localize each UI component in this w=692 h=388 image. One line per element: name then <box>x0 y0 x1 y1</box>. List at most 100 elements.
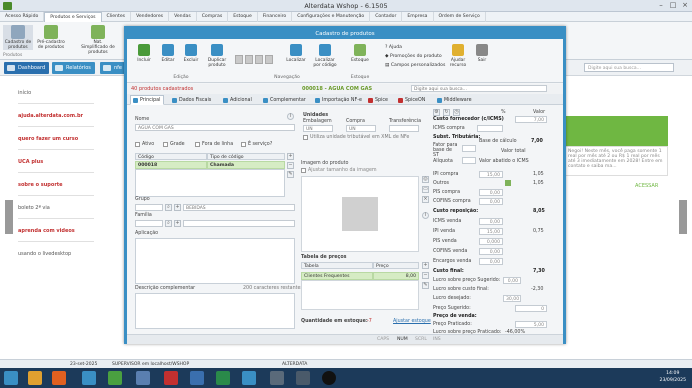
image-info-icon[interactable]: i <box>422 212 429 219</box>
add-code-icon[interactable]: + <box>287 153 294 160</box>
folder-icon[interactable]: ▭ <box>422 186 429 193</box>
tabela-row-preco[interactable]: 8,00 <box>373 272 419 280</box>
acessar-link[interactable]: ACESSAR <box>635 183 658 189</box>
host-search-input[interactable]: Digite aqui sua busca... <box>584 63 674 72</box>
sair-button[interactable]: Sair <box>471 44 493 63</box>
menu-ordem-servico[interactable]: Ordem de Serviço <box>434 11 486 22</box>
edit-price-icon[interactable]: ✎ <box>422 282 429 289</box>
tab-principal[interactable]: Principal <box>130 95 165 105</box>
fora-linha-checkbox[interactable] <box>195 142 200 147</box>
incluir-button[interactable]: Incluir <box>133 44 155 63</box>
tipo-codigo-column-header[interactable]: Tipo de código <box>207 153 285 160</box>
relatorios-button[interactable]: Relatórios <box>52 62 95 74</box>
menu-configuracoes[interactable]: Configurações e Manutenção <box>292 11 371 22</box>
word-icon[interactable] <box>190 371 204 385</box>
nome-input[interactable]: AGUA COM GAS <box>135 124 295 131</box>
link-videos[interactable]: aprenda com videos <box>18 228 75 234</box>
grupo-add-icon[interactable]: + <box>174 204 181 211</box>
pis-venda-pct[interactable]: 0,000 <box>479 238 503 245</box>
aliquota-input[interactable] <box>462 157 476 164</box>
prev-record-icon[interactable] <box>245 55 253 64</box>
app5-icon[interactable] <box>270 371 284 385</box>
info-icon[interactable]: i <box>287 113 294 120</box>
app-icon[interactable] <box>82 371 96 385</box>
localizar-codigo-button[interactable]: Localizar por código <box>311 44 339 68</box>
preco-column-header[interactable]: Preço <box>373 262 419 269</box>
embalagem-select[interactable]: UN <box>303 125 333 132</box>
familia-search-icon[interactable]: ⌕ <box>165 220 172 227</box>
remove-code-icon[interactable]: − <box>287 162 294 169</box>
nfe-button[interactable]: nfe <box>100 62 127 74</box>
maximize-icon[interactable]: □ <box>668 1 678 10</box>
calc-icon[interactable]: ⚙ <box>433 109 440 116</box>
cadastro-produtos-button[interactable]: Cadastro de produtos <box>3 25 33 50</box>
carousel-left-arrow[interactable] <box>5 200 13 234</box>
link-inicio[interactable]: início <box>18 90 31 96</box>
explorer-icon[interactable] <box>28 371 42 385</box>
promocoes-link[interactable]: ◆ Promoções do produto <box>385 54 442 59</box>
tabela-row-name[interactable]: Clientes Frequentes <box>301 272 373 280</box>
menu-empresa[interactable]: Empresa <box>402 11 434 22</box>
tab-dados-fiscais[interactable]: Dados Fiscais <box>169 95 215 105</box>
ajustar-imagem-checkbox[interactable] <box>301 168 306 173</box>
chrome-icon[interactable] <box>108 371 122 385</box>
menu-contador[interactable]: Contador <box>370 11 403 22</box>
ajuda-link[interactable]: ? Ajuda <box>385 45 402 50</box>
encargos-pct[interactable]: 0,00 <box>479 258 503 265</box>
add-price-icon[interactable]: + <box>422 262 429 269</box>
pre-cadastro-button[interactable]: Pré-cadastro de produtos <box>36 25 66 50</box>
delete-image-icon[interactable]: × <box>422 196 429 203</box>
refresh-icon[interactable]: ↻ <box>443 109 450 116</box>
link-suporte[interactable]: sobre o suporte <box>18 182 63 188</box>
tab-middleware[interactable]: Middleware <box>434 95 476 105</box>
pis-compra-pct[interactable]: 0,00 <box>479 189 503 196</box>
outros-calc-icon[interactable] <box>505 180 511 186</box>
icms-compra-input[interactable] <box>477 125 503 132</box>
grade-checkbox[interactable] <box>163 142 168 147</box>
icms-venda-pct[interactable]: 0,00 <box>479 218 503 225</box>
tabela-column-header[interactable]: Tabela <box>301 262 373 269</box>
tipo-codigo-cell[interactable]: Chamada <box>207 161 285 169</box>
e-servico-checkbox[interactable] <box>241 142 246 147</box>
nat-simplificado-button[interactable]: Nat. Simplificado de produtos <box>80 25 116 55</box>
tab-spiceon[interactable]: SpiceON <box>395 95 429 105</box>
familia-code-input[interactable] <box>135 220 163 227</box>
grupo-search-icon[interactable]: ⌕ <box>165 204 172 211</box>
menu-financeiro[interactable]: Financeiro <box>258 11 293 22</box>
transferencia-select[interactable] <box>389 125 419 132</box>
app2-icon[interactable] <box>136 371 150 385</box>
familia-input[interactable] <box>183 220 295 227</box>
excluir-button[interactable]: Excluir <box>180 44 202 63</box>
descricao-textarea[interactable] <box>135 293 295 329</box>
ipi-compra-pct[interactable]: 15,00 <box>479 171 503 178</box>
menu-clientes[interactable]: Clientes <box>102 11 132 22</box>
grupo-code-input[interactable] <box>135 204 163 211</box>
firefox-icon[interactable] <box>52 371 66 385</box>
tab-adicional[interactable]: Adicional <box>220 95 256 105</box>
last-record-icon[interactable] <box>265 55 273 64</box>
tab-complementar[interactable]: Complementar <box>260 95 310 105</box>
next-record-icon[interactable] <box>255 55 263 64</box>
start-icon[interactable] <box>4 371 18 385</box>
ajudar-recurso-button[interactable]: Ajudar recurso <box>447 44 469 68</box>
menu-compras[interactable]: Compras <box>197 11 229 22</box>
camera-icon[interactable]: ◎ <box>422 176 429 183</box>
cofins-compra-pct[interactable]: 0,00 <box>479 198 503 205</box>
menu-vendedores[interactable]: Vendedores <box>131 11 170 22</box>
dialog-search-input[interactable]: Digite aqui sua busca... <box>411 85 547 92</box>
campos-link[interactable]: ▤ Campos personalizados <box>385 63 445 68</box>
grupo-input[interactable]: BEBIDAS <box>183 204 295 211</box>
link-boleto[interactable]: boleto 2ª via <box>18 205 50 211</box>
remove-price-icon[interactable]: − <box>422 272 429 279</box>
app3-icon[interactable] <box>164 371 178 385</box>
menu-acesso-rapido[interactable]: Acesso Rápido <box>0 11 45 22</box>
preco-sugerido-input[interactable]: 0 <box>515 305 547 312</box>
product-image-placeholder[interactable] <box>301 176 419 252</box>
custo-fornecedor-input[interactable]: 7,00 <box>515 116 547 123</box>
tributavel-checkbox[interactable] <box>303 135 308 140</box>
carousel-right-arrow[interactable] <box>679 200 687 234</box>
aplicacao-textarea[interactable] <box>135 238 295 284</box>
close-icon[interactable]: × <box>680 1 690 10</box>
dashboard-button[interactable]: Dashboard <box>4 62 50 74</box>
codigo-cell[interactable]: 000018 <box>135 161 207 169</box>
